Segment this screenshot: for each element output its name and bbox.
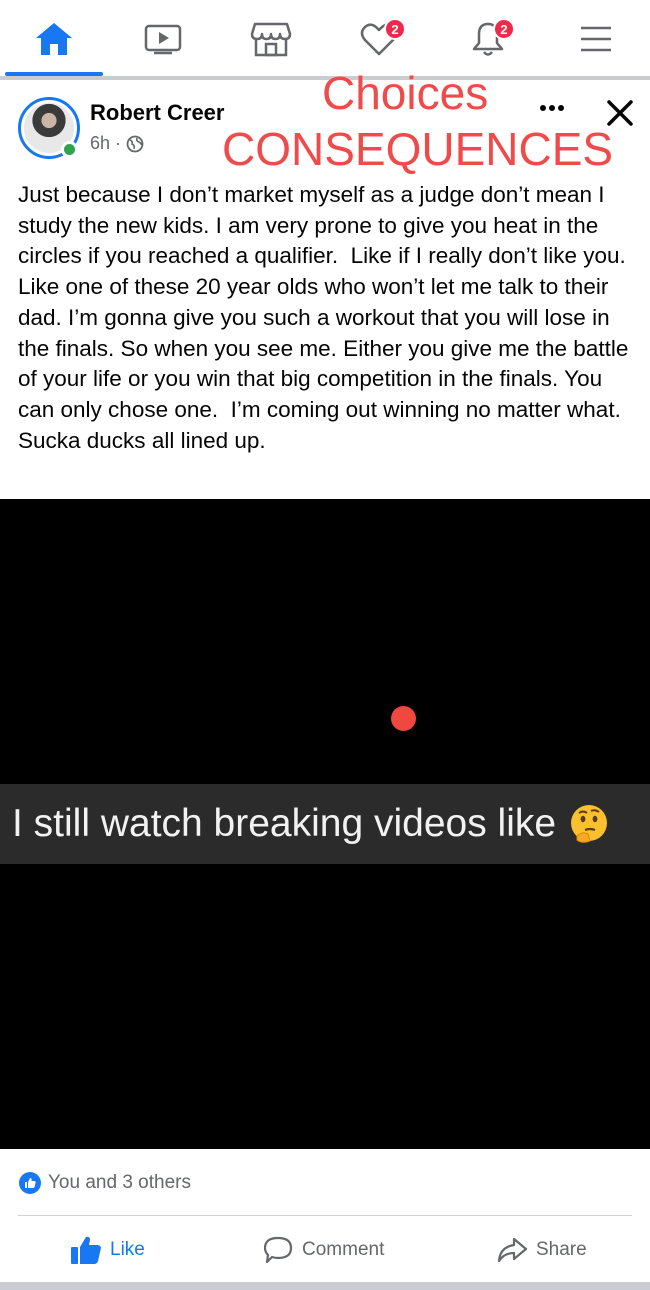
home-tab[interactable] xyxy=(29,14,79,64)
dating-badge: 2 xyxy=(384,18,406,40)
video-caption-bar: I still watch breaking videos like xyxy=(0,784,650,864)
meta-separator: · xyxy=(115,133,122,153)
globe-icon xyxy=(126,135,144,152)
video-player[interactable]: I still watch breaking videos like xyxy=(0,499,650,1149)
dating-tab[interactable]: 2 xyxy=(354,14,406,64)
comment-bubble-icon xyxy=(263,1236,293,1264)
overlay-text-choices: Choices xyxy=(322,67,489,119)
more-options-icon[interactable] xyxy=(532,98,572,118)
marketplace-store-icon xyxy=(250,22,292,57)
reactions-count-text: You and 3 others xyxy=(48,1172,191,1193)
post-header: Robert Creer 6h · Choices CONSEQUENCES xyxy=(0,67,650,175)
bottom-divider xyxy=(0,1282,650,1290)
reactions-summary[interactable]: You and 3 others xyxy=(18,1169,191,1197)
like-label: Like xyxy=(110,1239,145,1260)
overlay-text-consequences: CONSEQUENCES xyxy=(222,123,614,175)
like-button[interactable]: Like xyxy=(70,1231,145,1269)
post-time[interactable]: 6h xyxy=(90,133,110,154)
hamburger-menu-icon xyxy=(581,26,611,52)
close-icon[interactable] xyxy=(603,96,637,130)
author-name[interactable]: Robert Creer xyxy=(90,100,224,126)
red-dot xyxy=(391,706,416,731)
thumbs-up-icon xyxy=(71,1236,101,1264)
share-arrow-icon xyxy=(497,1237,528,1263)
actions-divider xyxy=(18,1215,632,1216)
like-reaction-icon xyxy=(19,1172,41,1194)
share-button[interactable]: Share xyxy=(496,1231,587,1269)
comment-label: Comment xyxy=(302,1239,385,1260)
menu-tab[interactable] xyxy=(571,14,621,64)
online-status-dot xyxy=(61,141,78,158)
post-meta: 6h · xyxy=(90,133,144,154)
notifications-tab[interactable]: 2 xyxy=(463,14,515,64)
comment-button[interactable]: Comment xyxy=(262,1231,384,1269)
thinking-face-emoji-icon xyxy=(571,805,608,843)
video-caption-text: I still watch breaking videos like xyxy=(12,802,557,845)
marketplace-tab[interactable] xyxy=(246,14,296,64)
share-label: Share xyxy=(536,1239,587,1260)
video-play-icon xyxy=(144,24,182,55)
home-icon xyxy=(36,23,72,55)
notifications-badge: 2 xyxy=(493,18,515,40)
watch-tab[interactable] xyxy=(138,14,188,64)
post-body-text: Just because I don’t market myself as a … xyxy=(18,182,635,453)
